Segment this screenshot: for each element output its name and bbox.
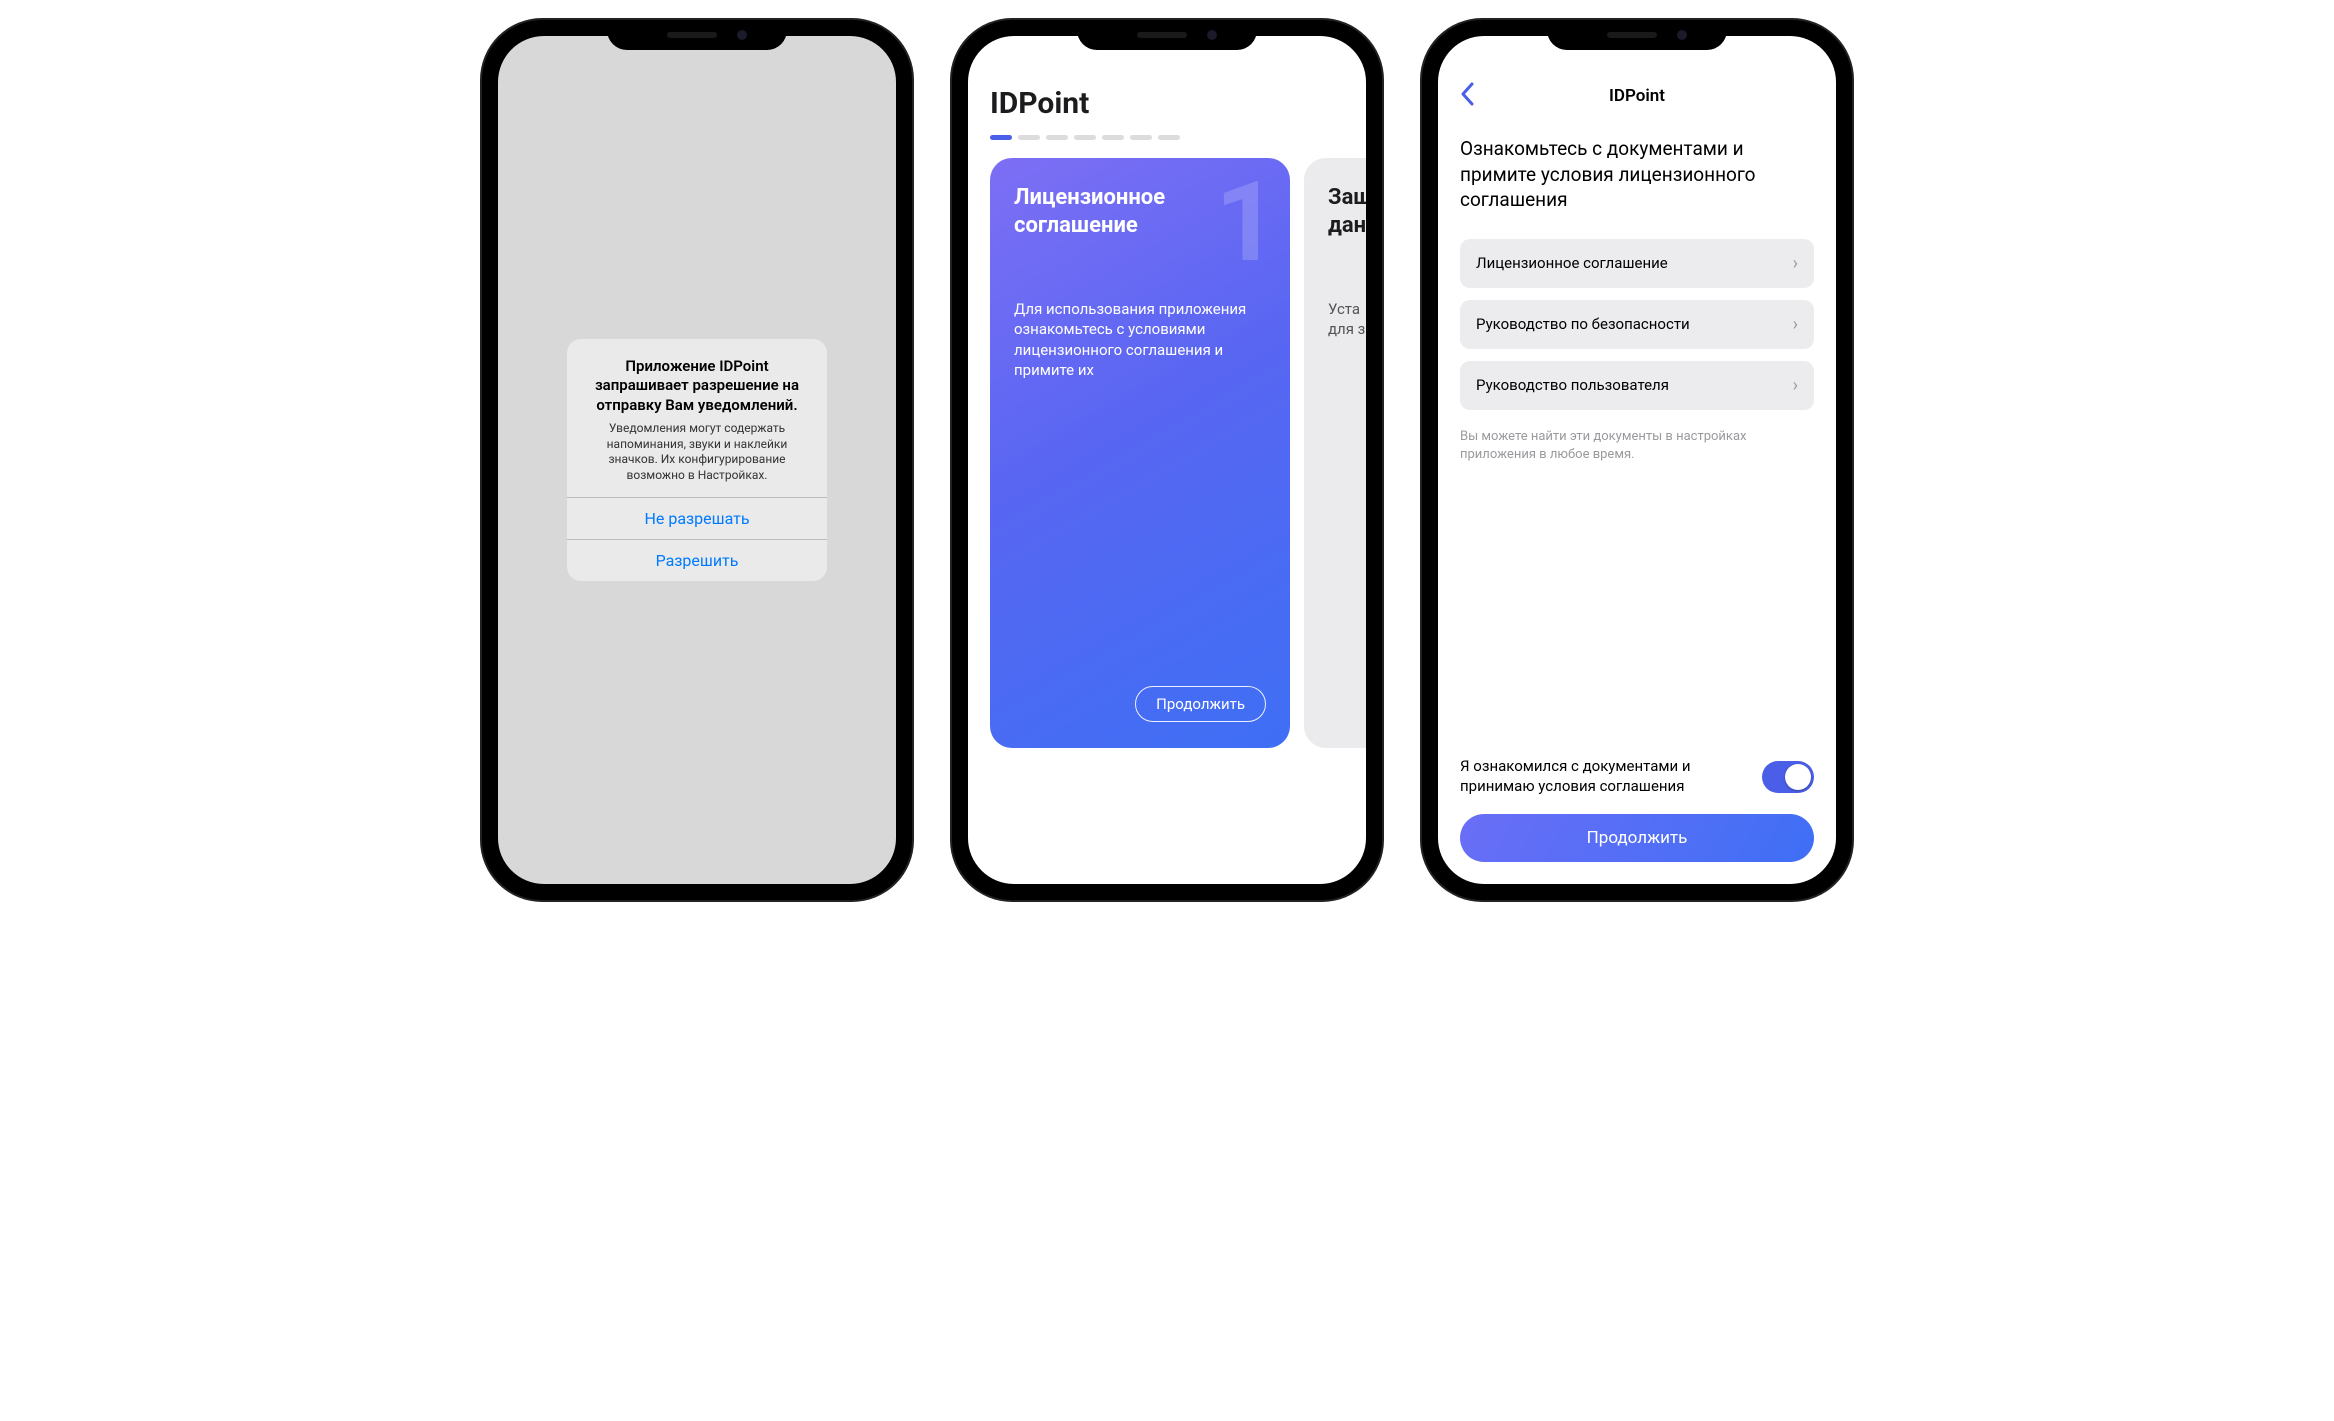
chevron-right-icon: › bbox=[1793, 314, 1798, 335]
nav-bar: IDPoint bbox=[1460, 76, 1814, 116]
hint-text: Вы можете найти эти документы в настройк… bbox=[1460, 428, 1814, 464]
notch bbox=[1547, 20, 1727, 50]
phone-frame-2: IDPoint 1 Лицензионное соглашение Для ис… bbox=[952, 20, 1382, 900]
phone-frame-1: Приложение IDPoint запрашивает разрешени… bbox=[482, 20, 912, 900]
continue-button[interactable]: Продолжить bbox=[1135, 686, 1266, 722]
card-number: 1 bbox=[1215, 168, 1278, 278]
doc-label: Лицензионное соглашение bbox=[1476, 254, 1668, 272]
onboarding-card-next: Защ дан Уста для з bbox=[1304, 158, 1366, 748]
screen-documents: IDPoint Ознакомьтесь с документами и при… bbox=[1438, 36, 1836, 884]
page-dot bbox=[1158, 135, 1180, 140]
text-fragment: Защ bbox=[1328, 185, 1366, 210]
chevron-left-icon bbox=[1460, 82, 1474, 106]
page-dot bbox=[1102, 135, 1124, 140]
page-dot bbox=[1074, 135, 1096, 140]
page-dot bbox=[1018, 135, 1040, 140]
notch bbox=[607, 20, 787, 50]
text-fragment: дан bbox=[1328, 213, 1366, 238]
doc-item-user-guide[interactable]: Руководство пользователя › bbox=[1460, 361, 1814, 410]
chevron-right-icon: › bbox=[1793, 253, 1798, 274]
text-fragment: Уста bbox=[1328, 300, 1360, 318]
deny-button[interactable]: Не разрешать bbox=[567, 497, 827, 539]
consent-row: Я ознакомился с документами и принимаю у… bbox=[1460, 757, 1814, 796]
page-dot bbox=[990, 135, 1012, 140]
system-alert: Приложение IDPoint запрашивает разрешени… bbox=[567, 339, 827, 582]
doc-item-license[interactable]: Лицензионное соглашение › bbox=[1460, 239, 1814, 288]
onboarding-cards[interactable]: 1 Лицензионное соглашение Для использова… bbox=[990, 158, 1366, 748]
spacer bbox=[1460, 464, 1814, 757]
screen-notification-permission: Приложение IDPoint запрашивает разрешени… bbox=[498, 36, 896, 884]
app-title: IDPoint bbox=[990, 86, 1366, 121]
text-fragment: для з bbox=[1328, 320, 1365, 338]
screen-onboarding: IDPoint 1 Лицензионное соглашение Для ис… bbox=[968, 36, 1366, 884]
continue-button[interactable]: Продолжить bbox=[1460, 814, 1814, 862]
card-title: Защ дан bbox=[1328, 184, 1366, 239]
consent-toggle[interactable] bbox=[1762, 761, 1814, 793]
phone-frame-3: IDPoint Ознакомьтесь с документами и при… bbox=[1422, 20, 1852, 900]
onboarding-card-license: 1 Лицензионное соглашение Для использова… bbox=[990, 158, 1290, 748]
intro-text: Ознакомьтесь с документами и примите усл… bbox=[1460, 136, 1814, 213]
doc-label: Руководство по безопасности bbox=[1476, 315, 1690, 333]
doc-label: Руководство пользователя bbox=[1476, 376, 1669, 394]
back-button[interactable] bbox=[1460, 82, 1474, 106]
alert-body: Приложение IDPoint запрашивает разрешени… bbox=[567, 339, 827, 498]
doc-item-security[interactable]: Руководство по безопасности › bbox=[1460, 300, 1814, 349]
alert-title: Приложение IDPoint запрашивает разрешени… bbox=[583, 357, 811, 416]
nav-title: IDPoint bbox=[1609, 86, 1665, 106]
card-description: Для использования приложения ознакомьтес… bbox=[1014, 299, 1266, 380]
page-indicator bbox=[990, 135, 1366, 140]
page-dot bbox=[1046, 135, 1068, 140]
chevron-right-icon: › bbox=[1793, 375, 1798, 396]
card-description: Уста для з bbox=[1328, 299, 1366, 340]
page-dot bbox=[1130, 135, 1152, 140]
alert-message: Уведомления могут содержать напоминания,… bbox=[583, 421, 811, 483]
allow-button[interactable]: Разрешить bbox=[567, 539, 827, 581]
notch bbox=[1077, 20, 1257, 50]
consent-label: Я ознакомился с документами и принимаю у… bbox=[1460, 757, 1748, 796]
